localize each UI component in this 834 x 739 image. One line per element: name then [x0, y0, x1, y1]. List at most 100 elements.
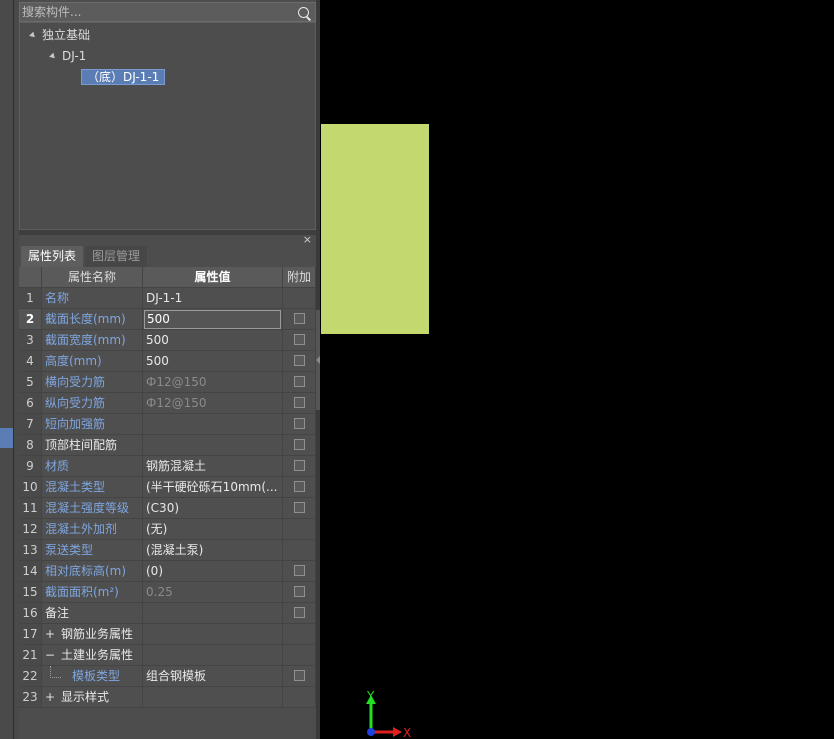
property-value[interactable]: Ф12@150: [143, 393, 283, 414]
table-row[interactable]: 14 相对底标高(m) (0): [19, 561, 316, 582]
property-value[interactable]: [143, 603, 283, 624]
row-number: 14: [19, 561, 42, 582]
table-row[interactable]: 6 纵向受力筋 Ф12@150: [19, 393, 316, 414]
table-row[interactable]: 13 泵送类型 (混凝土泵): [19, 540, 316, 561]
extra-checkbox[interactable]: [294, 481, 305, 492]
x-axis-arrow: [393, 727, 402, 737]
extra-checkbox[interactable]: [294, 439, 305, 450]
row-number: 15: [19, 582, 42, 603]
row-number: 12: [19, 519, 42, 540]
extra-cell: [283, 645, 316, 666]
extra-checkbox[interactable]: [294, 565, 305, 576]
property-value[interactable]: (0): [143, 561, 283, 582]
property-name: 横向受力筋: [42, 372, 143, 393]
tree-node-root[interactable]: 独立基础: [29, 26, 91, 44]
close-icon[interactable]: ×: [303, 234, 312, 246]
property-name: 模板类型: [72, 669, 121, 683]
property-value[interactable]: 钢筋混凝土: [143, 456, 283, 477]
extra-checkbox[interactable]: [294, 397, 305, 408]
property-name: 泵送类型: [42, 540, 143, 561]
row-number: 22: [19, 666, 42, 687]
search-icon[interactable]: [298, 7, 309, 18]
property-group[interactable]: + 钢筋业务属性: [42, 624, 143, 645]
row-number: 9: [19, 456, 42, 477]
row-number: 23: [19, 687, 42, 708]
property-name: 截面面积(m²): [42, 582, 143, 603]
property-value[interactable]: (C30): [143, 498, 283, 519]
extra-checkbox[interactable]: [294, 460, 305, 471]
table-row[interactable]: 3 截面宽度(mm) 500: [19, 330, 316, 351]
table-row[interactable]: 11 混凝土强度等级 (C30): [19, 498, 316, 519]
table-row[interactable]: 1 名称 DJ-1-1: [19, 288, 316, 309]
extra-checkbox[interactable]: [294, 418, 305, 429]
property-value-editor[interactable]: 500: [144, 310, 281, 329]
extra-cell: [283, 582, 316, 603]
expand-icon[interactable]: +: [45, 687, 55, 707]
property-value[interactable]: DJ-1-1: [143, 288, 283, 309]
foundation-element-viewport[interactable]: [321, 124, 429, 334]
property-name: 材质: [42, 456, 143, 477]
extra-cell: [283, 414, 316, 435]
extra-checkbox[interactable]: [294, 607, 305, 618]
extra-checkbox[interactable]: [294, 313, 305, 324]
property-group[interactable]: − 土建业务属性: [42, 645, 143, 666]
property-value[interactable]: (无): [143, 519, 283, 540]
row-number: 11: [19, 498, 42, 519]
extra-checkbox[interactable]: [294, 586, 305, 597]
header-property-value[interactable]: 属性值: [143, 267, 283, 288]
property-value[interactable]: [143, 435, 283, 456]
extra-cell: [283, 309, 316, 330]
table-row[interactable]: 16 备注: [19, 603, 316, 624]
collapse-triangle-icon[interactable]: [49, 52, 57, 61]
tree-node-dj1-1[interactable]: （底）DJ-1-1: [81, 68, 166, 86]
collapse-triangle-icon[interactable]: [29, 31, 37, 40]
row-number: 21: [19, 645, 42, 666]
property-value[interactable]: 500: [143, 351, 283, 372]
row-number: 7: [19, 414, 42, 435]
tab-property-list[interactable]: 属性列表: [21, 246, 84, 267]
table-row[interactable]: 9 材质 钢筋混凝土: [19, 456, 316, 477]
extra-cell: [283, 435, 316, 456]
property-group[interactable]: + 显示样式: [42, 687, 143, 708]
search-input[interactable]: [22, 4, 292, 20]
property-value[interactable]: (混凝土泵): [143, 540, 283, 561]
table-row[interactable]: 23 + 显示样式: [19, 687, 316, 708]
header-property-name[interactable]: 属性名称: [42, 267, 143, 288]
collapse-icon[interactable]: −: [45, 645, 55, 665]
extra-checkbox[interactable]: [294, 670, 305, 681]
table-row[interactable]: 4 高度(mm) 500: [19, 351, 316, 372]
strip-selected-item[interactable]: [0, 428, 13, 448]
table-row[interactable]: 5 横向受力筋 Ф12@150: [19, 372, 316, 393]
expand-icon[interactable]: +: [45, 624, 55, 644]
panel-resize-border[interactable]: [316, 0, 320, 739]
extra-checkbox[interactable]: [294, 502, 305, 513]
table-row[interactable]: 10 混凝土类型 (半干硬砼砾石10mm(...: [19, 477, 316, 498]
tree-node-dj1[interactable]: DJ-1: [49, 47, 86, 65]
extra-checkbox[interactable]: [294, 355, 305, 366]
tab-layer-management[interactable]: 图层管理: [85, 246, 148, 267]
tree-node-label: 独立基础: [42, 28, 91, 42]
extra-checkbox[interactable]: [294, 376, 305, 387]
property-value[interactable]: [143, 414, 283, 435]
extra-cell: [283, 456, 316, 477]
property-value[interactable]: 组合钢模板: [143, 666, 283, 687]
extra-checkbox[interactable]: [294, 334, 305, 345]
property-value[interactable]: 500: [143, 330, 283, 351]
group-label: 钢筋业务属性: [61, 627, 134, 641]
table-row[interactable]: 2 截面长度(mm) 500: [19, 309, 316, 330]
property-value-cell: 500: [143, 309, 283, 330]
table-row[interactable]: 12 混凝土外加剂 (无): [19, 519, 316, 540]
property-name: 截面长度(mm): [42, 309, 143, 330]
origin-point: [367, 728, 375, 736]
table-row[interactable]: 15 截面面积(m²) 0.25: [19, 582, 316, 603]
table-row[interactable]: 21 − 土建业务属性: [19, 645, 316, 666]
property-value[interactable]: Ф12@150: [143, 372, 283, 393]
table-row[interactable]: 17 + 钢筋业务属性: [19, 624, 316, 645]
tree-node-selected-label[interactable]: （底）DJ-1-1: [81, 69, 166, 85]
table-row[interactable]: 7 短向加强筋: [19, 414, 316, 435]
collapse-arrow-icon[interactable]: [316, 356, 320, 364]
table-row[interactable]: 8 顶部柱间配筋: [19, 435, 316, 456]
table-row[interactable]: 22 模板类型 组合钢模板: [19, 666, 316, 687]
header-extra[interactable]: 附加: [283, 267, 316, 288]
property-value[interactable]: (半干硬砼砾石10mm(...: [143, 477, 283, 498]
